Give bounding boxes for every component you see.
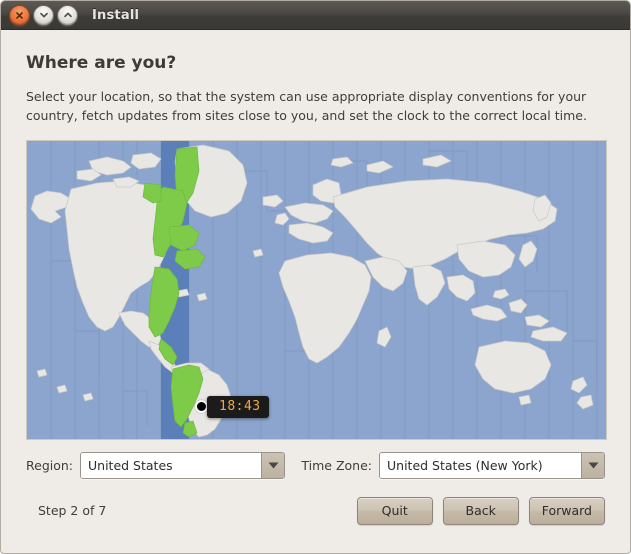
- region-dropdown[interactable]: United States: [80, 451, 286, 479]
- install-content: Where are you? Select your location, so …: [1, 53, 630, 525]
- window-titlebar: Install: [1, 1, 630, 30]
- maximize-button[interactable]: [57, 4, 78, 26]
- wizard-buttons: Quit Back Forward: [356, 496, 605, 525]
- chevron-down-icon: [588, 462, 598, 469]
- region-value: United States: [81, 452, 262, 478]
- time-tooltip: 18:43: [207, 395, 269, 418]
- timezone-value: United States (New York): [380, 452, 581, 478]
- tooltip-time-label: 18:43: [219, 399, 261, 415]
- page-title: Where are you?: [26, 53, 177, 73]
- page-description: Select your location, so that the system…: [26, 89, 587, 124]
- wizard-footer: Step 2 of 7 Quit Back Forward: [26, 496, 605, 525]
- timezone-dropdown-arrow[interactable]: [581, 452, 604, 478]
- window-title: Install: [92, 7, 140, 23]
- install-window: Install Where are you? Select your locat…: [0, 0, 631, 554]
- close-icon: [16, 11, 23, 19]
- back-button[interactable]: Back: [442, 496, 519, 525]
- chevron-down-icon: [268, 462, 279, 469]
- quit-button[interactable]: Quit: [356, 496, 433, 525]
- timezone-group: Time Zone: United States (New York): [301, 451, 605, 479]
- world-map-graphic: [27, 140, 606, 439]
- close-button[interactable]: [9, 4, 30, 26]
- step-indicator: Step 2 of 7: [38, 503, 107, 519]
- forward-button[interactable]: Forward: [528, 496, 605, 525]
- timezone-label: Time Zone:: [301, 457, 372, 473]
- chevron-up-icon: [63, 12, 72, 18]
- timezone-dropdown[interactable]: United States (New York): [379, 451, 605, 479]
- minimize-button[interactable]: [33, 4, 54, 26]
- chevron-down-icon: [39, 12, 48, 18]
- world-map[interactable]: 18:43: [26, 139, 607, 440]
- region-label: Region:: [26, 457, 74, 473]
- location-selectors: Region: United States Time Zone: United …: [26, 451, 605, 479]
- window-controls: [9, 4, 78, 26]
- region-dropdown-arrow[interactable]: [261, 452, 285, 478]
